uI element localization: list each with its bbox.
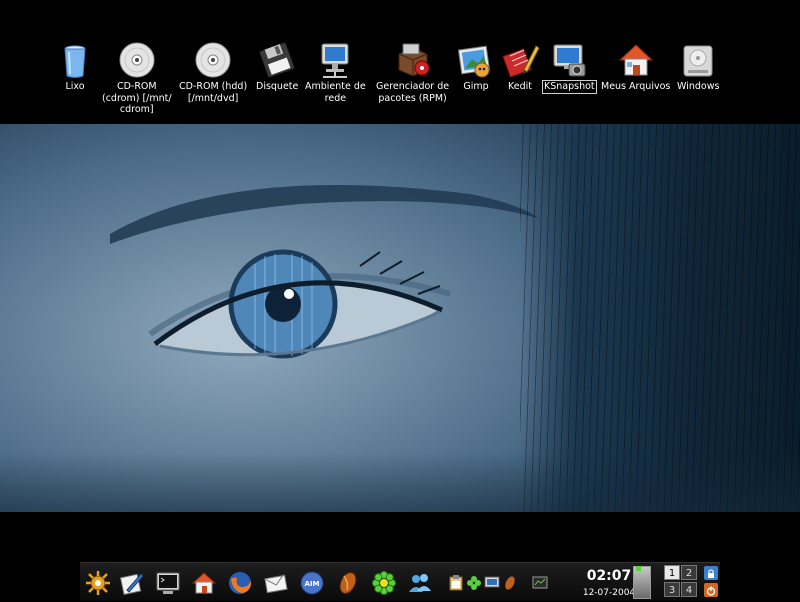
contacts-icon xyxy=(408,573,431,592)
desktop-icon-label: Kedit xyxy=(508,81,532,92)
pager-desktop-2[interactable]: 2 xyxy=(681,565,697,580)
klipper-tray[interactable] xyxy=(448,575,464,591)
wallpaper-shade xyxy=(0,452,800,512)
klipper-icon xyxy=(449,575,463,591)
desktop-icon-label: Ambiente de rede xyxy=(305,81,366,104)
gimp-icon xyxy=(457,45,491,78)
desktop-icon-gimp[interactable]: Gimp xyxy=(456,40,496,93)
icq-icon xyxy=(371,570,396,595)
package-manager-icon xyxy=(398,43,430,77)
status-led-icon xyxy=(636,566,641,571)
pager-desktop-4[interactable]: 4 xyxy=(681,582,697,597)
network-status-icon xyxy=(505,576,515,590)
network-status-tray[interactable] xyxy=(502,575,518,591)
firefox-launcher[interactable] xyxy=(226,569,253,596)
cdrom-hdd-icon xyxy=(195,42,231,78)
desktop-icon-ambiente-de-rede[interactable]: Ambiente de rede xyxy=(304,40,367,104)
home-folder-icon xyxy=(191,571,216,593)
desktop-icon-label: Gerenciador de pacotes (RPM) xyxy=(376,81,450,104)
desktop-icon-disquete[interactable]: Disquete xyxy=(255,40,299,93)
logout-icon xyxy=(706,586,716,596)
desktop-icon-label: CD-ROM (cdrom) [/mnt/ cdrom] xyxy=(102,81,172,115)
monitor-icon xyxy=(532,576,548,589)
terminal-launcher[interactable] xyxy=(154,569,181,596)
home-folder-launcher[interactable] xyxy=(190,569,217,596)
pager-desktop-3[interactable]: 3 xyxy=(664,582,680,597)
kwrite-icon xyxy=(119,572,144,595)
desktop-icon-label: Windows xyxy=(677,81,720,92)
desktop-icon-label: KSnapshot xyxy=(542,80,597,94)
kwrite-launcher[interactable] xyxy=(118,569,145,596)
desktop-icon-meus-arquivos[interactable]: Meus Arquivos xyxy=(600,40,671,93)
ksnapshot-icon xyxy=(553,44,586,77)
desktop-icon-kedit[interactable]: Kedit xyxy=(500,40,540,93)
windows-drive-icon xyxy=(683,45,713,77)
terminal-icon xyxy=(156,572,179,594)
lock-screen-button[interactable] xyxy=(704,566,718,580)
network-icon xyxy=(321,43,349,78)
wallpaper xyxy=(0,124,800,512)
bittorrent-launcher[interactable] xyxy=(334,569,361,596)
logout-button[interactable] xyxy=(704,583,718,597)
desktop-icon-lixo[interactable]: Lixo xyxy=(55,40,95,93)
contacts-launcher[interactable] xyxy=(406,569,433,596)
pager-desktop-1[interactable]: 1 xyxy=(664,565,680,580)
desktop-pager: 1 2 3 4 xyxy=(664,565,700,601)
desktop-icon-cdrom-hdd[interactable]: CD-ROM (hdd) [/mnt/dvd] xyxy=(178,40,248,104)
kde-menu-button[interactable] xyxy=(84,569,111,596)
desktop-icon-label: Meus Arquivos xyxy=(601,81,671,92)
lock-icon xyxy=(708,569,714,578)
home-icon xyxy=(618,44,653,76)
desktop-icon-label: Lixo xyxy=(65,81,85,92)
bittorrent-icon xyxy=(339,571,356,594)
desktop-icon-ksnapshot[interactable]: KSnapshot xyxy=(542,40,597,94)
desktop-icon-label: Gimp xyxy=(463,81,489,92)
clover-icon xyxy=(467,576,481,590)
display-tray[interactable] xyxy=(484,575,500,591)
messenger-icon: AIM xyxy=(300,571,323,594)
trash-icon xyxy=(64,45,86,78)
cdrom-icon xyxy=(119,42,155,78)
kde-menu-icon xyxy=(85,570,110,595)
display-icon xyxy=(484,576,500,588)
svg-text:AIM: AIM xyxy=(304,580,319,588)
clover-tray[interactable] xyxy=(466,575,482,591)
messenger-launcher[interactable]: AIM xyxy=(298,569,325,596)
kedit-icon xyxy=(502,45,540,78)
desktop-switch-applet[interactable] xyxy=(633,566,651,599)
icq-launcher[interactable] xyxy=(370,569,397,596)
desktop-icon-windows[interactable]: Windows xyxy=(676,40,720,93)
desktop-icon-label: CD-ROM (hdd) [/mnt/dvd] xyxy=(179,81,248,104)
desktop-icon-gerenciador-de-pacotes[interactable]: Gerenciador de pacotes (RPM) xyxy=(375,40,450,104)
floppy-icon xyxy=(259,42,296,78)
monitor-tray[interactable] xyxy=(532,575,548,591)
desktop-icon-label: Disquete xyxy=(256,81,299,92)
firefox-icon xyxy=(228,571,251,594)
kicker-panel: AIM 02:07 12-07-2004 1 2 3 4 xyxy=(80,562,720,601)
mail-icon xyxy=(263,573,288,593)
desktop-icon-cdrom[interactable]: CD-ROM (cdrom) [/mnt/ cdrom] xyxy=(101,40,173,116)
mail-launcher[interactable] xyxy=(262,569,289,596)
